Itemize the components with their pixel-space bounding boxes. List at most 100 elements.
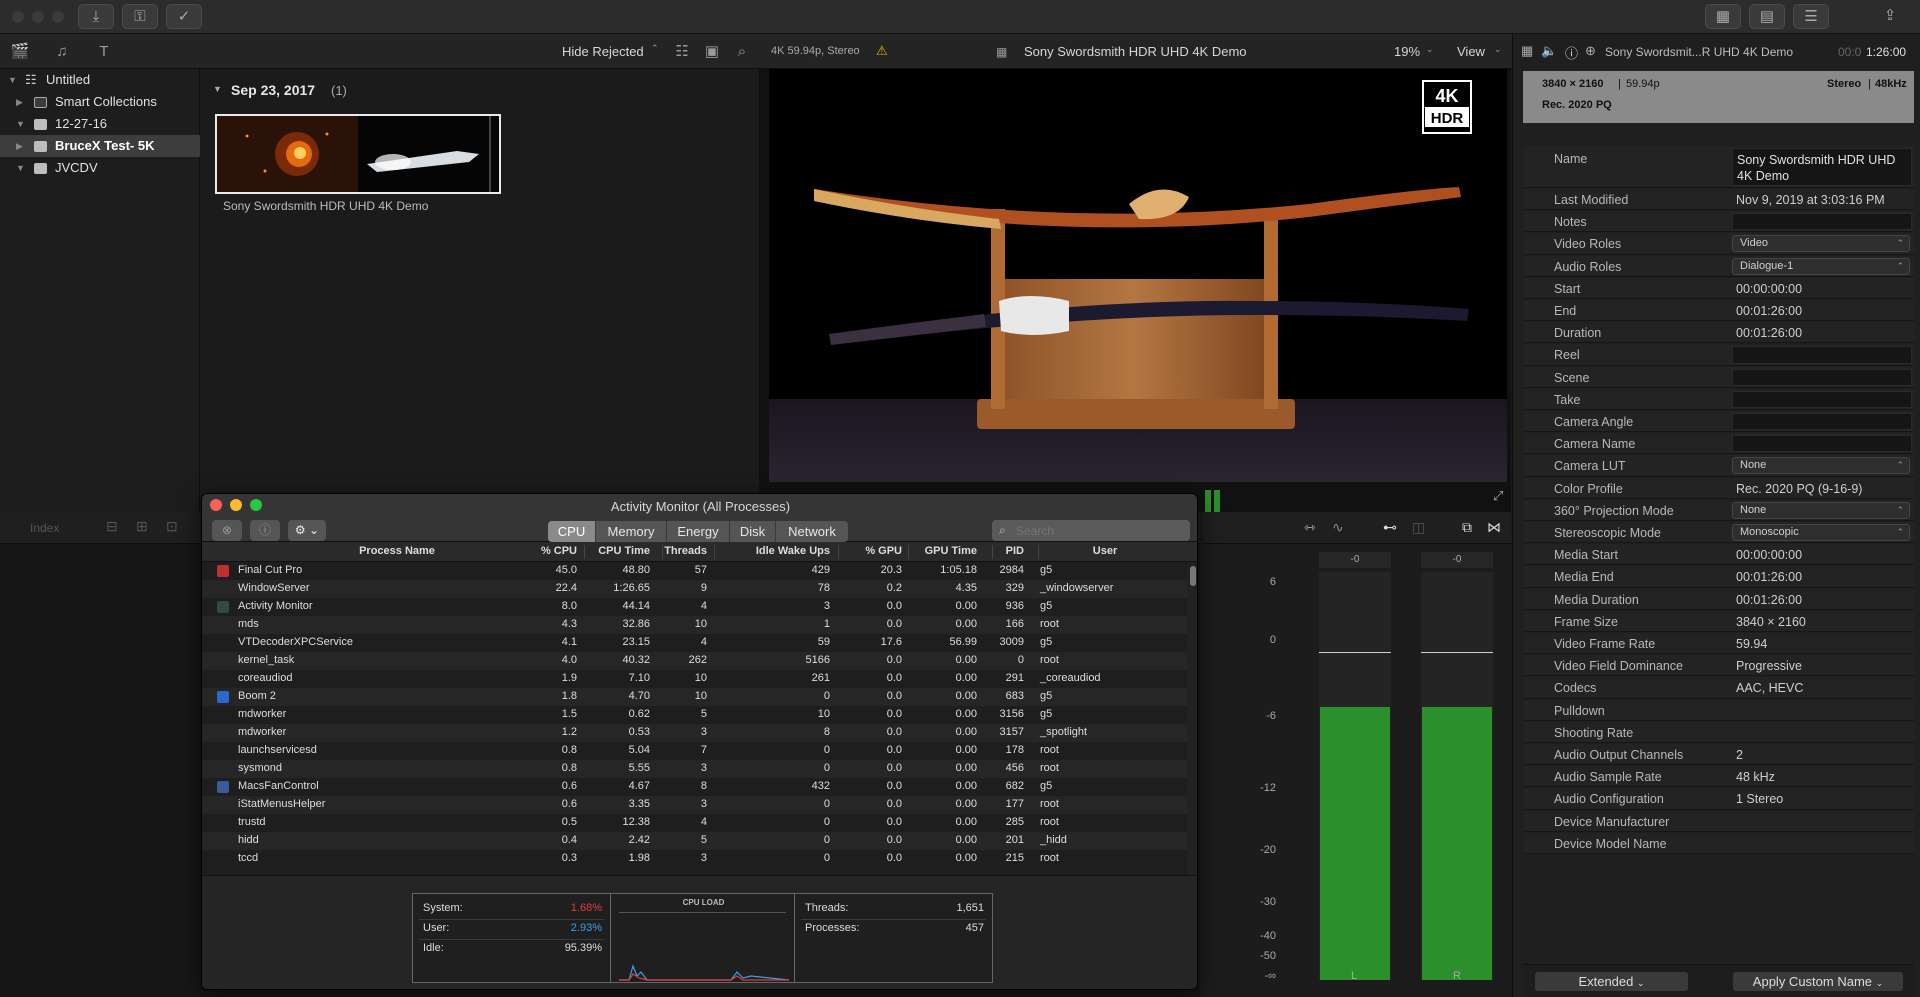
table-row[interactable]: Activity Monitor 8.0 44.14 4 3 0.0 0.00 936 g5	[202, 598, 1187, 616]
column-header[interactable]: % GPU	[834, 545, 904, 557]
zoom-window-button[interactable]	[52, 11, 64, 23]
zoom-level[interactable]: 19%	[1394, 44, 1420, 59]
inspector-row-field[interactable]	[1732, 213, 1912, 231]
cpu-load-graph	[619, 964, 790, 981]
table-cell: 285	[1005, 816, 1024, 828]
share-inspector-icon[interactable]: ⊕	[1585, 43, 1596, 59]
inspect-process-button[interactable]: ⓘ	[250, 520, 280, 541]
search-field[interactable]: ⌕	[992, 520, 1190, 541]
table-row[interactable]: mdworker 1.2 0.53 3 8 0.0 0.00 3157 _spotlight	[202, 724, 1187, 742]
inspector-row-key: Notes	[1554, 215, 1587, 230]
connect-clip-icon[interactable]: ⊟	[106, 518, 118, 535]
inspector-row-field[interactable]: Sony Swordsmith HDR UHD 4K Demo	[1732, 148, 1912, 186]
table-row[interactable]: Boom 2 1.8 4.70 10 0 0.0 0.00 683 g5	[202, 688, 1187, 706]
tab-network[interactable]: Network	[776, 521, 848, 542]
table-row[interactable]: Final Cut Pro 45.0 48.80 57 429 20.3 1:05.18 29…	[202, 562, 1187, 580]
inspector-row-key: Video Roles	[1554, 237, 1622, 252]
audio-skimming-icon[interactable]: ∿	[1332, 519, 1344, 536]
browser-toggle-button[interactable]: ▦	[1705, 4, 1741, 29]
view-menu[interactable]: View	[1457, 44, 1485, 59]
actions-menu-button[interactable]: ⚙ ⌄	[288, 520, 326, 541]
titles-generators-icon[interactable]: T	[92, 34, 116, 69]
inspector-row-field[interactable]	[1732, 390, 1912, 408]
apply-custom-name-button[interactable]: Apply Custom Name ⌄	[1733, 972, 1903, 991]
list-view-icon[interactable]: ☷	[672, 34, 692, 69]
timeline-toggle-button[interactable]: ▤	[1749, 4, 1785, 29]
table-row[interactable]: mdworker 1.5 0.62 5 10 0.0 0.00 3156 g5	[202, 706, 1187, 724]
sidebar-item-smart-collections[interactable]: ▶ Smart Collections	[0, 91, 200, 113]
table-row[interactable]: MacsFanControl 0.6 4.67 8 432 0.0 0.00 682 g5	[202, 778, 1187, 796]
metadata-view-dropdown[interactable]: Extended ⌄	[1535, 972, 1688, 991]
share-button[interactable]: ⇪	[1874, 4, 1906, 29]
inspector-row-dropdown[interactable]: Monoscopic	[1732, 524, 1910, 541]
libraries-icon[interactable]: 🎬	[8, 34, 32, 69]
append-clip-icon[interactable]: ⊡	[166, 518, 178, 535]
table-row[interactable]: tccd 0.3 1.98 3 0 0.0 0.00 215 root	[202, 850, 1187, 868]
inspector-row: Media Duration 00:01:26:00	[1524, 588, 1914, 610]
table-row[interactable]: iStatMenusHelper 0.6 3.35 3 0 0.0 0.00 177 root	[202, 796, 1187, 814]
inspector-row-dropdown[interactable]: Dialogue-1	[1732, 257, 1910, 275]
audio-inspector-icon[interactable]: 🔈	[1541, 43, 1557, 59]
inspector-row-field[interactable]	[1732, 346, 1912, 364]
table-cell: 0.0	[886, 672, 902, 684]
column-header[interactable]: Idle Wake Ups	[712, 545, 832, 557]
sidebar-item-jvcdv[interactable]: ▼ JVCDV	[0, 157, 200, 179]
viewer-format: 4K 59.94p, Stereo	[771, 45, 860, 57]
table-cell: 1:05.18	[940, 564, 977, 576]
table-row[interactable]: mds 4.3 32.86 10 1 0.0 0.00 166 root	[202, 616, 1187, 634]
close-window-button[interactable]	[12, 11, 24, 23]
clip-appearance-icon[interactable]: ⧉	[1462, 519, 1472, 536]
keywords-button[interactable]: ⚿	[122, 4, 158, 29]
insert-clip-icon[interactable]: ⊞	[136, 518, 148, 535]
import-button[interactable]: ⤓	[78, 4, 114, 29]
column-header[interactable]: GPU Time	[907, 545, 979, 557]
scrollbar-thumb[interactable]	[1190, 566, 1196, 586]
search-icon[interactable]: ⌕	[732, 34, 752, 69]
sidebar-item-brucex-test[interactable]: ▶ BruceX Test- 5K	[0, 135, 200, 157]
process-scrollbar[interactable]	[1187, 562, 1197, 875]
snapping-icon[interactable]: ◫	[1412, 519, 1425, 536]
fullscreen-icon[interactable]: ⤢	[1493, 488, 1503, 504]
table-row[interactable]: hidd 0.4 2.42 5 0 0.0 0.00 201 _hidd	[202, 832, 1187, 850]
minimize-window-button[interactable]	[32, 11, 44, 23]
inspector-row-field[interactable]	[1732, 413, 1912, 431]
column-header[interactable]: % CPU	[484, 545, 579, 557]
sidebar-item-12-27-16[interactable]: ▼ 12-27-16	[0, 113, 200, 135]
hide-rejected-filter[interactable]: Hide Rejected	[562, 44, 644, 59]
background-tasks-button[interactable]: ✓	[166, 4, 202, 29]
effects-browser-icon[interactable]: ⋈	[1487, 519, 1501, 536]
column-header[interactable]: CPU Time	[582, 545, 652, 557]
tab-cpu[interactable]: CPU	[548, 521, 596, 542]
stop-process-button[interactable]: ⊗	[212, 520, 242, 541]
inspector-row-dropdown[interactable]: None	[1732, 501, 1910, 519]
table-row[interactable]: coreaudiod 1.9 7.10 10 261 0.0 0.00 291 _coreaud…	[202, 670, 1187, 688]
table-row[interactable]: sysmond 0.8 5.55 3 0 0.0 0.00 456 root	[202, 760, 1187, 778]
column-header[interactable]: User	[1040, 545, 1170, 557]
inspector-row-field[interactable]	[1732, 368, 1912, 386]
inspector-row-field[interactable]	[1732, 435, 1912, 453]
solo-icon[interactable]: ⊷	[1383, 519, 1397, 536]
table-row[interactable]: trustd 0.5 12.38 4 0 0.0 0.00 285 root	[202, 814, 1187, 832]
disclosure-triangle-icon[interactable]: ▼	[213, 84, 222, 94]
table-row[interactable]: WindowServer 22.4 1:26.65 9 78 0.2 4.35 329 _win…	[202, 580, 1187, 598]
tab-memory[interactable]: Memory	[596, 521, 667, 542]
info-inspector-icon[interactable]: ⓘ	[1565, 43, 1578, 62]
inspector-toggle-button[interactable]: ☰	[1793, 4, 1829, 29]
tab-energy[interactable]: Energy	[667, 521, 730, 542]
filmstrip-icon[interactable]: ▣	[702, 34, 722, 69]
table-row[interactable]: VTDecoderXPCService 4.1 23.15 4 59 17.6 56.99 3…	[202, 634, 1187, 652]
table-row[interactable]: launchservicesd 0.8 5.04 7 0 0.0 0.00 178 root	[202, 742, 1187, 760]
inspector-row-dropdown[interactable]: None	[1732, 457, 1910, 475]
inspector-row-key: Audio Configuration	[1554, 792, 1664, 807]
photos-audio-icon[interactable]: ♫	[50, 34, 74, 69]
index-button[interactable]: Index	[30, 521, 59, 535]
table-row[interactable]: kernel_task 4.0 40.32 262 5166 0.0 0.00 0 root	[202, 652, 1187, 670]
inspector-row-dropdown[interactable]: Video	[1732, 235, 1910, 253]
video-inspector-icon[interactable]: ▦	[1521, 43, 1533, 59]
search-input[interactable]	[1016, 522, 1181, 539]
clip-thumbnail[interactable]	[215, 114, 501, 194]
column-header[interactable]: PID	[982, 545, 1026, 557]
clip-skimming-icon[interactable]: ⇿	[1304, 519, 1316, 536]
sidebar-item-untitled[interactable]: ▼ ☷ Untitled	[0, 69, 200, 91]
tab-disk[interactable]: Disk	[730, 521, 776, 542]
